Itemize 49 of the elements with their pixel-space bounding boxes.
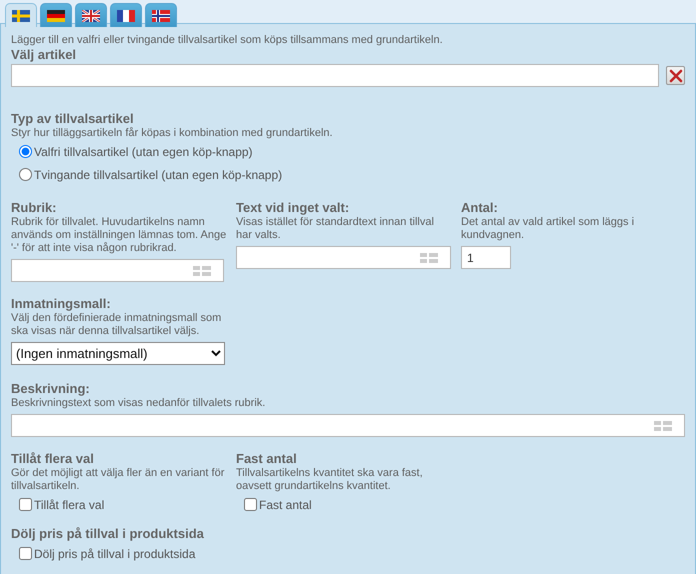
radio-label: Valfri tillvalsartikel (utan egen köp-knapp) — [34, 144, 253, 158]
section-title: Typ av tillvalsartikel — [11, 111, 135, 127]
flag-icon — [82, 10, 100, 22]
translate-icon — [420, 253, 438, 263]
field-label: Antal: — [461, 200, 499, 216]
quantity-field[interactable]: 1 — [461, 246, 511, 269]
option-hint: Tillvalsartikelns kvantitet ska vara fast, oavsett grundartikelns kvantitet. — [236, 467, 424, 493]
language-tab[interactable] — [110, 3, 142, 27]
field-label: Beskrivning: — [11, 381, 91, 397]
field-label: Inmatningsmall: — [11, 296, 112, 312]
intro-text: Lägger till en valfri eller tvingande tillvalsartikel som köps tillsammans med grundartikeln. — [11, 34, 444, 47]
language-tab[interactable] — [145, 3, 177, 27]
field-hint: Välj den fördefinierade inmatningsmall som ska visas när denna tillvalsartikel väljs. — [11, 312, 222, 338]
flag-icon — [47, 10, 65, 22]
checkbox[interactable] — [244, 498, 257, 511]
flag-icon — [12, 10, 30, 22]
radio-button[interactable] — [19, 145, 32, 158]
text-field[interactable] — [236, 246, 451, 269]
description-field[interactable] — [11, 414, 685, 437]
radio-button[interactable] — [19, 168, 32, 181]
translate-icon — [193, 266, 211, 276]
checkbox[interactable] — [19, 547, 32, 560]
option-title: Dölj pris på tillval i produktsida — [11, 526, 205, 542]
field-label: Välj artikel — [11, 47, 78, 63]
field-hint: Rubrik för tillvalet. Huvudartikelns namn används om inställningen lämnas tom. Ange '-' för att inte visa någon rubrikrad. — [11, 216, 228, 255]
checkbox-label: Fast antal — [259, 498, 312, 512]
language-tab[interactable] — [5, 3, 37, 27]
text-field[interactable] — [11, 259, 224, 282]
option-title: Fast antal — [236, 451, 298, 467]
option-title: Tillåt flera val — [11, 451, 95, 467]
field-hint: Beskrivningstext som visas nedanför tillvalets rubrik. — [11, 397, 266, 410]
field-hint: Det antal av vald artikel som läggs i kundvagnen. — [461, 216, 636, 242]
flag-icon — [117, 10, 135, 22]
translate-icon — [654, 421, 672, 431]
checkbox-label: Dölj pris på tillval i produktsida — [34, 546, 196, 560]
language-tab[interactable] — [75, 3, 107, 27]
field-hint: Visas istället för standardtext innan tillval har valts. — [236, 216, 435, 242]
field-label: Rubrik: — [11, 200, 58, 216]
flag-icon — [152, 10, 170, 22]
checkbox-label: Tillåt flera val — [34, 498, 104, 512]
radio-label: Tvingande tillvalsartikel (utan egen köp-knapp) — [34, 168, 282, 182]
option-hint: Gör det möjligt att välja fler än en variant för tillvalsartikeln. — [11, 467, 226, 493]
template-dropdown[interactable]: (Ingen inmatningsmall) — [11, 342, 225, 365]
language-tab[interactable] — [40, 3, 72, 27]
checkbox[interactable] — [19, 498, 32, 511]
field-label: Text vid inget valt: — [236, 200, 350, 216]
article-field[interactable] — [11, 64, 660, 87]
section-hint: Styr hur tilläggsartikeln får köpas i kombination med grundartikeln. — [11, 127, 334, 140]
clear-button[interactable] — [666, 66, 685, 85]
